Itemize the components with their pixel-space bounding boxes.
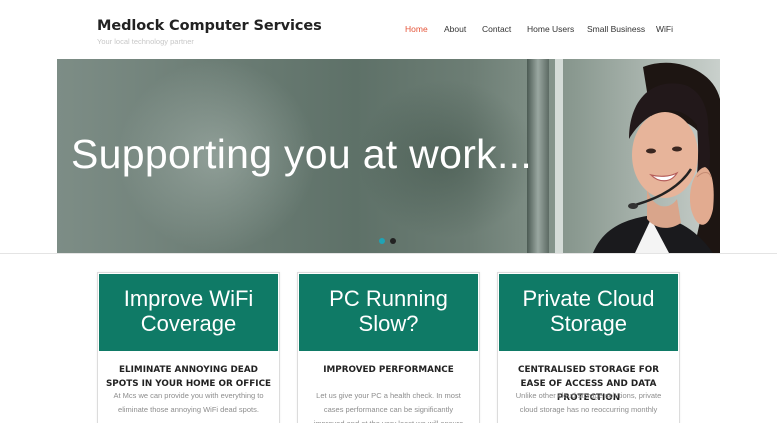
service-card-wifi[interactable]: Improve WiFi Coverage ELIMINATE ANNOYING… [97,272,280,423]
nav-item-about[interactable]: About [444,24,466,34]
card-banner[interactable]: Improve WiFi Coverage [99,274,278,351]
card-banner-text: Private Cloud Storage [522,286,655,336]
service-card-cloud-storage[interactable]: Private Cloud Storage CENTRALISED STORAG… [497,272,680,423]
slider-dot-1[interactable] [379,238,385,244]
service-card-pc-performance[interactable]: PC Running Slow? IMPROVED PERFORMANCE Le… [297,272,480,423]
nav-item-home[interactable]: Home [405,24,428,34]
card-title: ELIMINATE ANNOYING DEAD SPOTS IN YOUR HO… [105,365,272,389]
card-banner-text: PC Running Slow? [329,286,448,336]
card-body: Let us give your PC a health check. In m… [314,391,464,423]
main-nav: Home About Contact Home Users Small Busi… [0,24,777,36]
nav-item-home-users[interactable]: Home Users [527,24,574,34]
slide-caption: Supporting you at work... [71,131,533,177]
card-banner[interactable]: Private Cloud Storage [499,274,678,351]
card-banner-text: Improve WiFi Coverage [123,286,254,336]
nav-item-small-business[interactable]: Small Business [587,24,645,34]
support-agent-photo [593,62,720,253]
card-body: At Mcs we can provide you with everythin… [113,391,264,414]
section-divider [0,253,777,254]
card-title: IMPROVED PERFORMANCE [323,365,454,375]
card-body: Unlike other cloud storage solutions, pr… [515,391,662,414]
slider-background-panel-edge [555,59,563,253]
nav-item-contact[interactable]: Contact [482,24,511,34]
site-tagline: Your local technology partner [97,37,194,46]
site-header: Medlock Computer Services Your local tec… [0,0,777,59]
slider-pagination [379,238,403,246]
hero-slider[interactable]: Supporting you at work... [57,59,720,253]
card-banner[interactable]: PC Running Slow? [299,274,478,351]
nav-item-wifi[interactable]: WiFi [656,24,673,34]
slider-dot-2[interactable] [390,238,396,244]
